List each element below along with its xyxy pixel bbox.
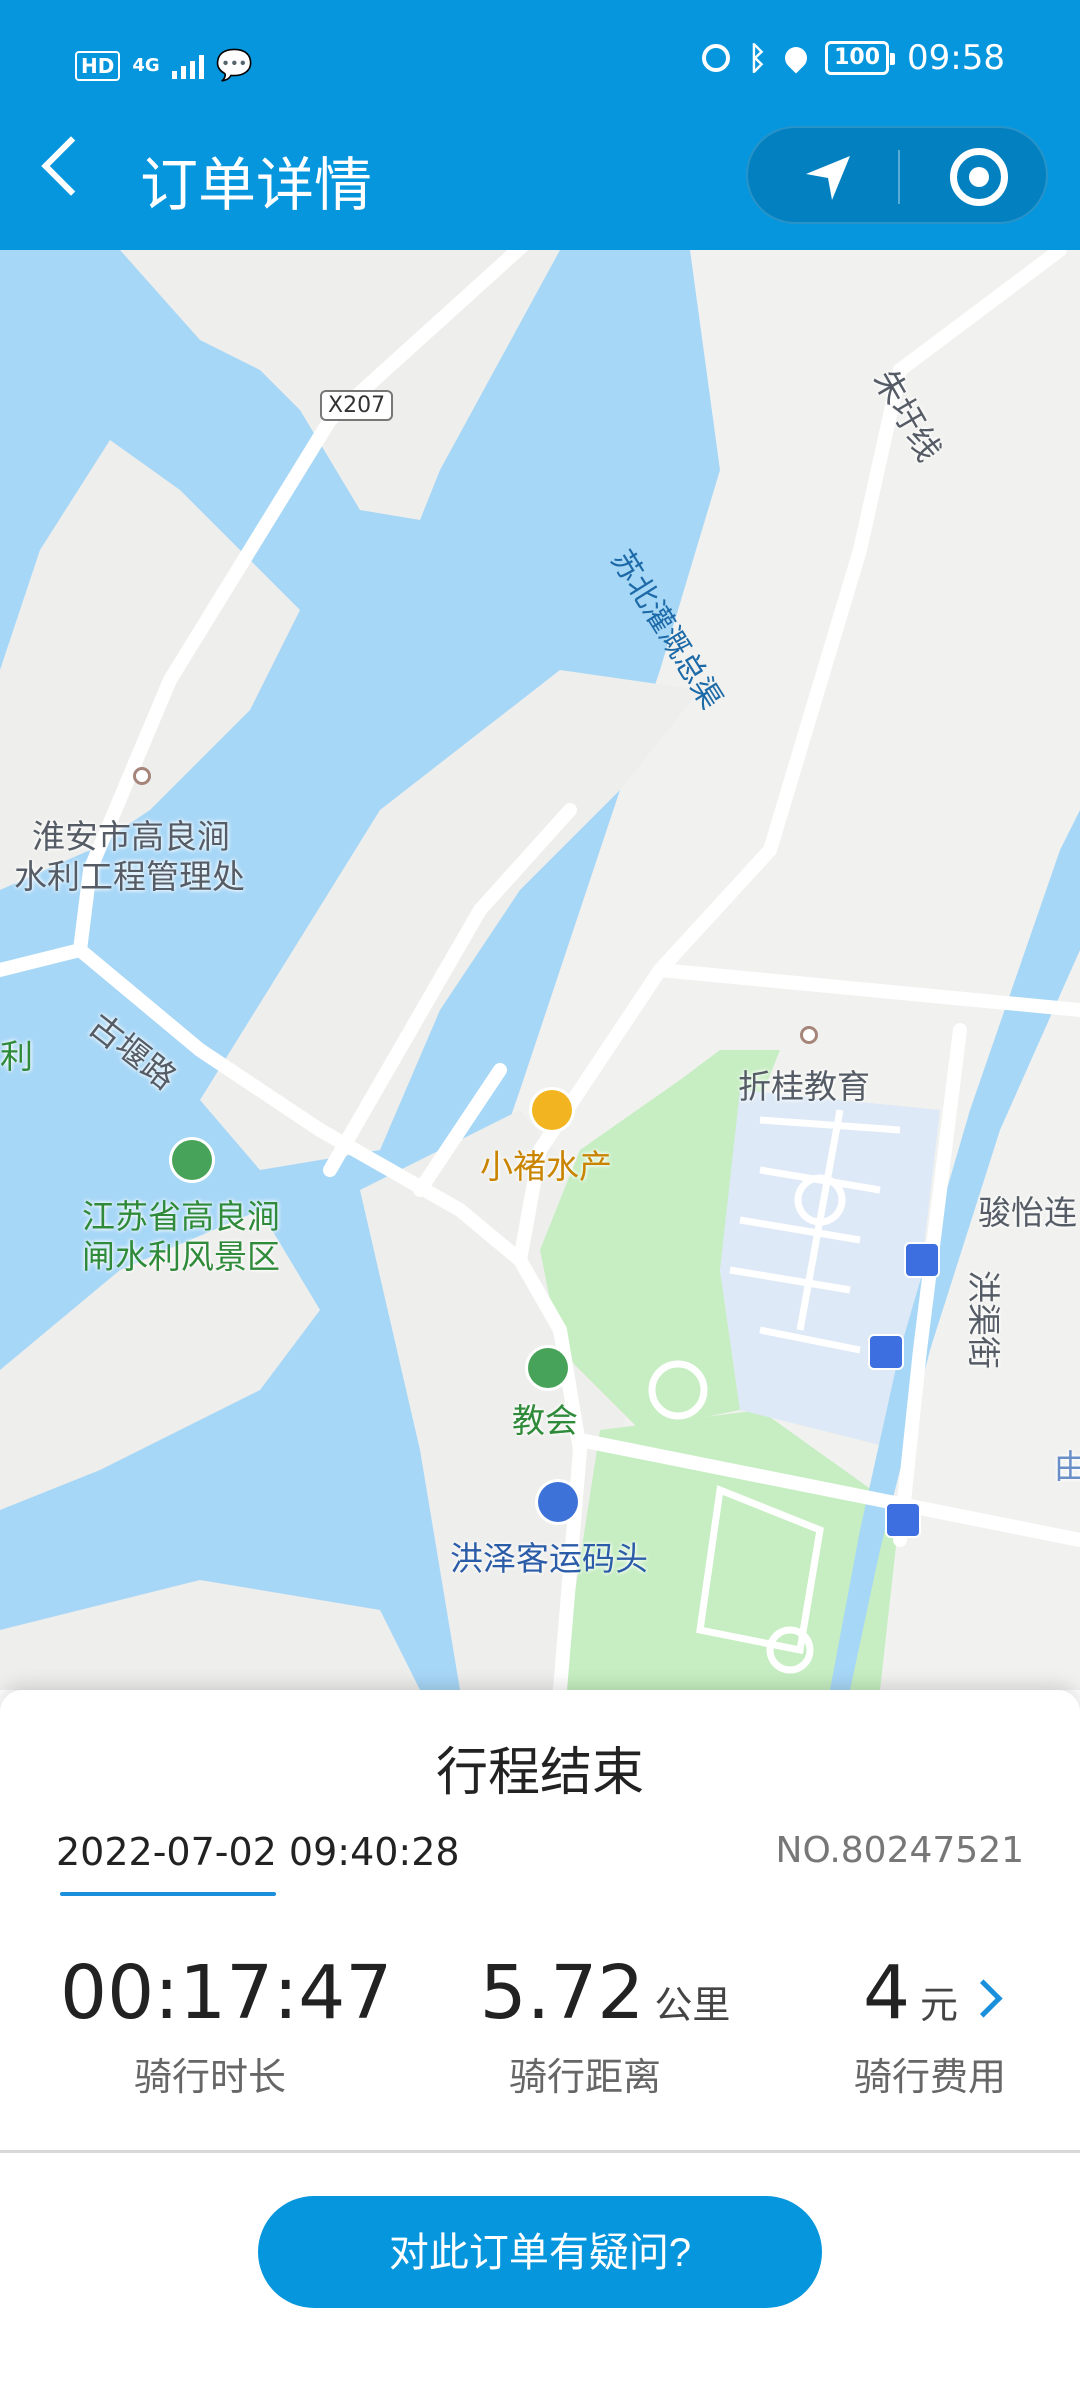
trip-datetime: 2022-07-02 09:40:28 — [56, 1830, 460, 1874]
back-arrow-icon[interactable] — [41, 136, 101, 196]
signal-bars-icon — [171, 53, 204, 79]
alarm-icon — [701, 44, 730, 72]
poi-huaian-office-line2[interactable]: 水利工程管理处 — [14, 850, 245, 898]
duration-value: 00:17:47 — [60, 1950, 393, 2036]
hd-icon: HD — [75, 50, 121, 81]
stat-distance: 5.72 公里 骑行距离 — [440, 1950, 770, 2101]
poi-jiangsu-scenic-line2[interactable]: 闸水利风景区 — [82, 1230, 280, 1278]
poi-xiaozhu-aquatic[interactable]: 小褚水产 — [480, 1140, 612, 1188]
capsule-divider — [898, 150, 900, 204]
poi-dot-icon — [133, 767, 151, 785]
order-question-button[interactable]: 对此订单有疑问? — [258, 2196, 822, 2308]
poi-partial-li: 利 — [0, 1037, 33, 1076]
network-type: 4G — [132, 54, 160, 76]
4g-signal-icon: 4G — [132, 54, 160, 76]
bluetooth-icon: ᛒ — [747, 39, 768, 77]
shop-icon — [532, 1090, 572, 1130]
map-action-capsule — [746, 126, 1048, 224]
location-pin-icon — [780, 42, 812, 74]
poi-junyi[interactable]: 骏怡连 — [978, 1186, 1077, 1234]
status-bar: HD 4G 💬 ᛒ 100 09:58 — [0, 0, 1080, 125]
road-label-hongqu-street: 洪渠街 — [964, 1270, 1003, 1369]
chevron-right-icon[interactable] — [964, 1979, 1003, 2018]
trip-summary-card: 行程结束 2022-07-02 09:40:28 NO.80247521 00:… — [0, 1690, 1080, 2388]
anchor-icon — [538, 1482, 578, 1522]
distance-unit: 公里 — [654, 1983, 731, 2027]
battery-icon: 100 — [825, 41, 895, 75]
clock-time: 09:58 — [907, 38, 1005, 78]
stat-duration: 00:17:47 骑行时长 — [60, 1950, 392, 2101]
distance-value: 5.72 — [479, 1950, 645, 2036]
poi-zhegui-education[interactable]: 折桂教育 — [738, 1060, 870, 1108]
top-bar: HD 4G 💬 ᛒ 100 09:58 订单详情 — [0, 0, 1080, 250]
poi-edge-char: 由 — [1054, 1447, 1080, 1486]
fee-value: 4 — [862, 1950, 911, 2036]
poi-jiaohui[interactable]: 教会 — [512, 1394, 578, 1442]
bus-stop-icon[interactable] — [885, 1502, 921, 1538]
page-title: 订单详情 — [140, 151, 373, 219]
map-view[interactable]: X207 朱圩线 苏北灌溉总渠 淮安市高良涧 水利工程管理处 古堰路 利 江苏省… — [0, 250, 1080, 1690]
poi-hongze-pier[interactable]: 洪泽客运码头 — [450, 1532, 648, 1580]
church-camera-icon — [528, 1348, 568, 1388]
distance-label: 骑行距离 — [508, 2055, 661, 2099]
fee-label: 骑行费用 — [853, 2055, 1006, 2099]
poi-dot-icon — [800, 1026, 818, 1044]
scenic-camera-icon — [172, 1140, 212, 1180]
bus-stop-icon[interactable] — [868, 1334, 904, 1370]
order-number: NO.80247521 — [775, 1830, 1024, 1871]
navigation-arrow-icon[interactable] — [800, 150, 856, 206]
stat-fee[interactable]: 4元 骑行费用 — [820, 1950, 1040, 2101]
trip-status-title: 行程结束 — [435, 1743, 644, 1803]
road-tag-x207: X207 — [320, 390, 394, 421]
datetime-underline — [60, 1892, 276, 1896]
fee-unit: 元 — [920, 1983, 959, 2027]
target-circle-icon[interactable] — [950, 148, 1008, 206]
bus-stop-icon[interactable] — [904, 1242, 940, 1278]
wechat-icon: 💬 — [215, 48, 254, 83]
duration-label: 骑行时长 — [133, 2055, 286, 2099]
card-divider — [0, 2150, 1080, 2153]
